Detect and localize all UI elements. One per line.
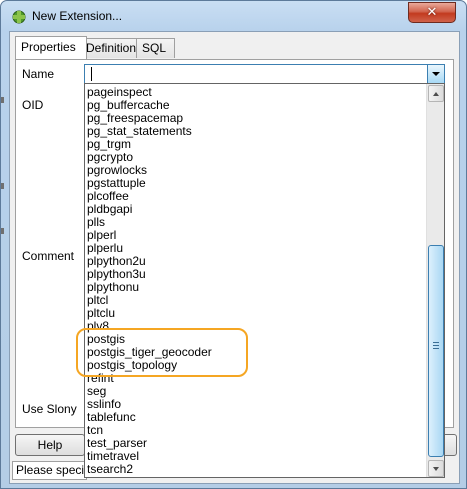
help-button[interactable]: Help — [15, 434, 85, 456]
grip-line — [433, 345, 439, 346]
grip-line — [433, 342, 439, 343]
chevron-up-icon — [433, 91, 439, 96]
background-edge — [1, 228, 4, 234]
dropdown-item[interactable]: tsearch2 — [87, 463, 133, 476]
background-edge — [1, 183, 4, 189]
tab-sql[interactable]: SQL — [136, 38, 175, 58]
close-icon: ✕ — [426, 5, 438, 20]
postgis-highlight-annotation — [76, 328, 248, 377]
comment-label: Comment — [22, 249, 75, 263]
dialog-client: Properties Definition SQL Name OID Comme… — [9, 31, 460, 484]
use-slony-label: Use Slony — [22, 402, 77, 416]
name-label: Name — [22, 67, 55, 81]
window-title: New Extension... — [32, 9, 123, 23]
dialog-window: New Extension... ✕ Properties Definition… — [0, 0, 467, 489]
dropdown-scrollbar[interactable] — [426, 84, 444, 477]
chevron-down-icon — [433, 466, 439, 471]
extension-dropdown-list[interactable]: pageinspect pg_buffercache pg_freespacemap… — [84, 83, 445, 478]
scroll-up-button[interactable] — [428, 85, 444, 102]
grip-line — [433, 348, 439, 349]
text-caret — [91, 67, 92, 81]
scroll-thumb[interactable] — [428, 245, 444, 457]
name-combobox[interactable] — [84, 64, 445, 84]
scroll-down-button[interactable] — [428, 460, 444, 477]
background-edge — [1, 97, 4, 103]
extension-icon — [12, 10, 26, 24]
combo-dropdown-button[interactable] — [427, 65, 444, 83]
tab-properties[interactable]: Properties — [15, 36, 87, 59]
tab-definition[interactable]: Definition — [80, 38, 142, 58]
chevron-down-icon — [432, 72, 440, 76]
oid-label: OID — [22, 98, 44, 112]
status-bar: Please specify — [12, 461, 87, 480]
close-button[interactable]: ✕ — [408, 2, 456, 23]
title-bar[interactable]: New Extension... ✕ — [1, 1, 466, 31]
